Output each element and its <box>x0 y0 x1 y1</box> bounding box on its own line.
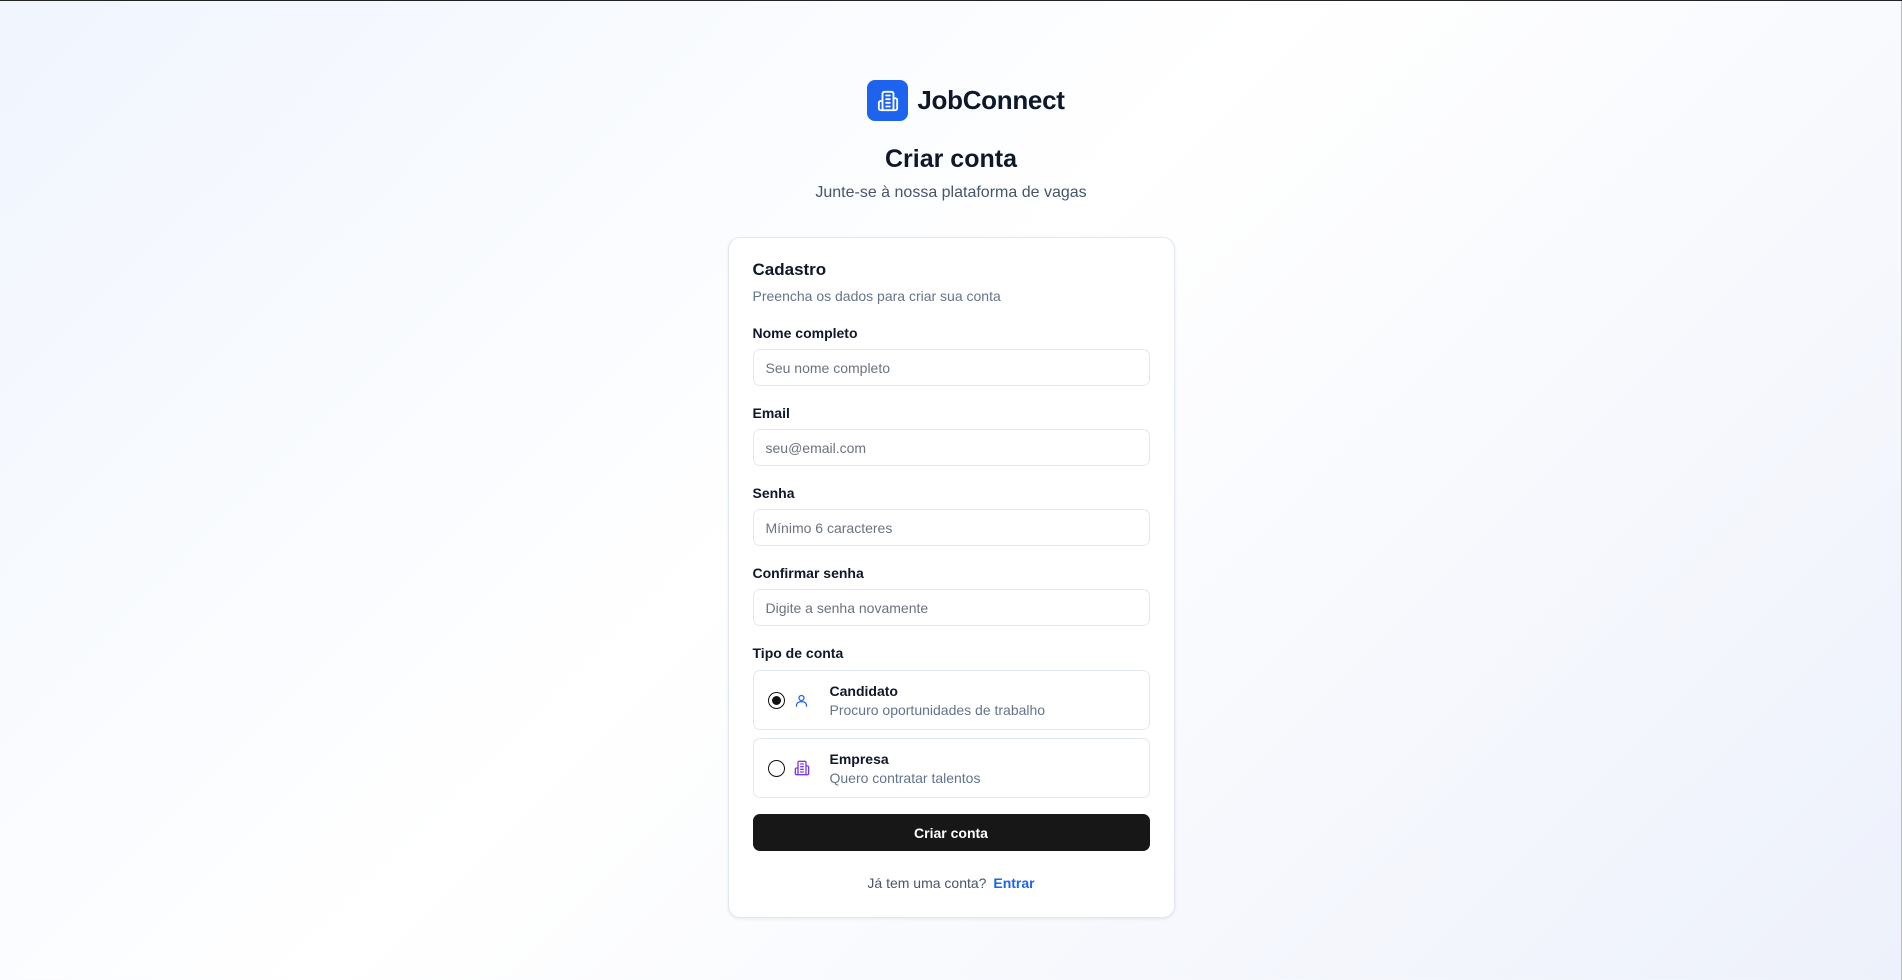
building-icon <box>793 759 811 777</box>
signup-card: Cadastro Preencha os dados para criar su… <box>727 237 1175 918</box>
radio-candidato[interactable] <box>767 691 785 709</box>
name-field-group: Nome completo <box>752 325 1150 386</box>
card-title: Cadastro <box>752 260 827 279</box>
email-field-group: Email <box>752 405 1150 466</box>
confirm-password-field-group: Confirmar senha <box>752 565 1150 626</box>
name-label: Nome completo <box>752 325 858 341</box>
user-icon <box>793 691 811 709</box>
account-type-label: Tipo de conta <box>752 645 844 661</box>
option-subtitle: Quero contratar talentos <box>829 769 981 786</box>
login-link[interactable]: Entrar <box>993 875 1034 891</box>
option-text: Empresa Quero contratar talentos <box>830 751 981 786</box>
option-title: Candidato <box>829 682 898 699</box>
option-title: Empresa <box>829 750 889 767</box>
building-icon <box>867 80 909 121</box>
option-subtitle: Procuro oportunidades de trabalho <box>829 701 1046 718</box>
brand-name: JobConnect <box>917 85 1065 115</box>
page: JobConnect Criar conta Junte-se à nossa … <box>0 1 1902 918</box>
confirm-password-label: Confirmar senha <box>752 565 864 581</box>
name-input[interactable] <box>752 349 1150 386</box>
email-label: Email <box>752 405 790 421</box>
confirm-password-input[interactable] <box>752 589 1150 626</box>
option-text: Candidato Procuro oportunidades de traba… <box>830 683 1046 718</box>
password-input[interactable] <box>752 509 1150 546</box>
login-prompt-text: Já tem uma conta? <box>867 875 987 891</box>
account-type-option-empresa[interactable]: Empresa Quero contratar talentos <box>752 738 1150 798</box>
password-label: Senha <box>752 485 795 501</box>
page-subtitle: Junte-se à nossa plataforma de vagas <box>815 184 1087 201</box>
radio-empresa[interactable] <box>767 759 785 777</box>
email-input[interactable] <box>752 429 1150 466</box>
password-field-group: Senha <box>752 485 1150 546</box>
brand: JobConnect <box>867 80 1065 121</box>
page-title: Criar conta <box>885 145 1017 173</box>
create-account-button[interactable]: Criar conta <box>752 814 1150 851</box>
account-type-option-candidato[interactable]: Candidato Procuro oportunidades de traba… <box>752 670 1150 730</box>
login-prompt: Já tem uma conta? Entrar <box>753 875 1150 891</box>
card-description: Preencha os dados para criar sua conta <box>752 288 1001 304</box>
